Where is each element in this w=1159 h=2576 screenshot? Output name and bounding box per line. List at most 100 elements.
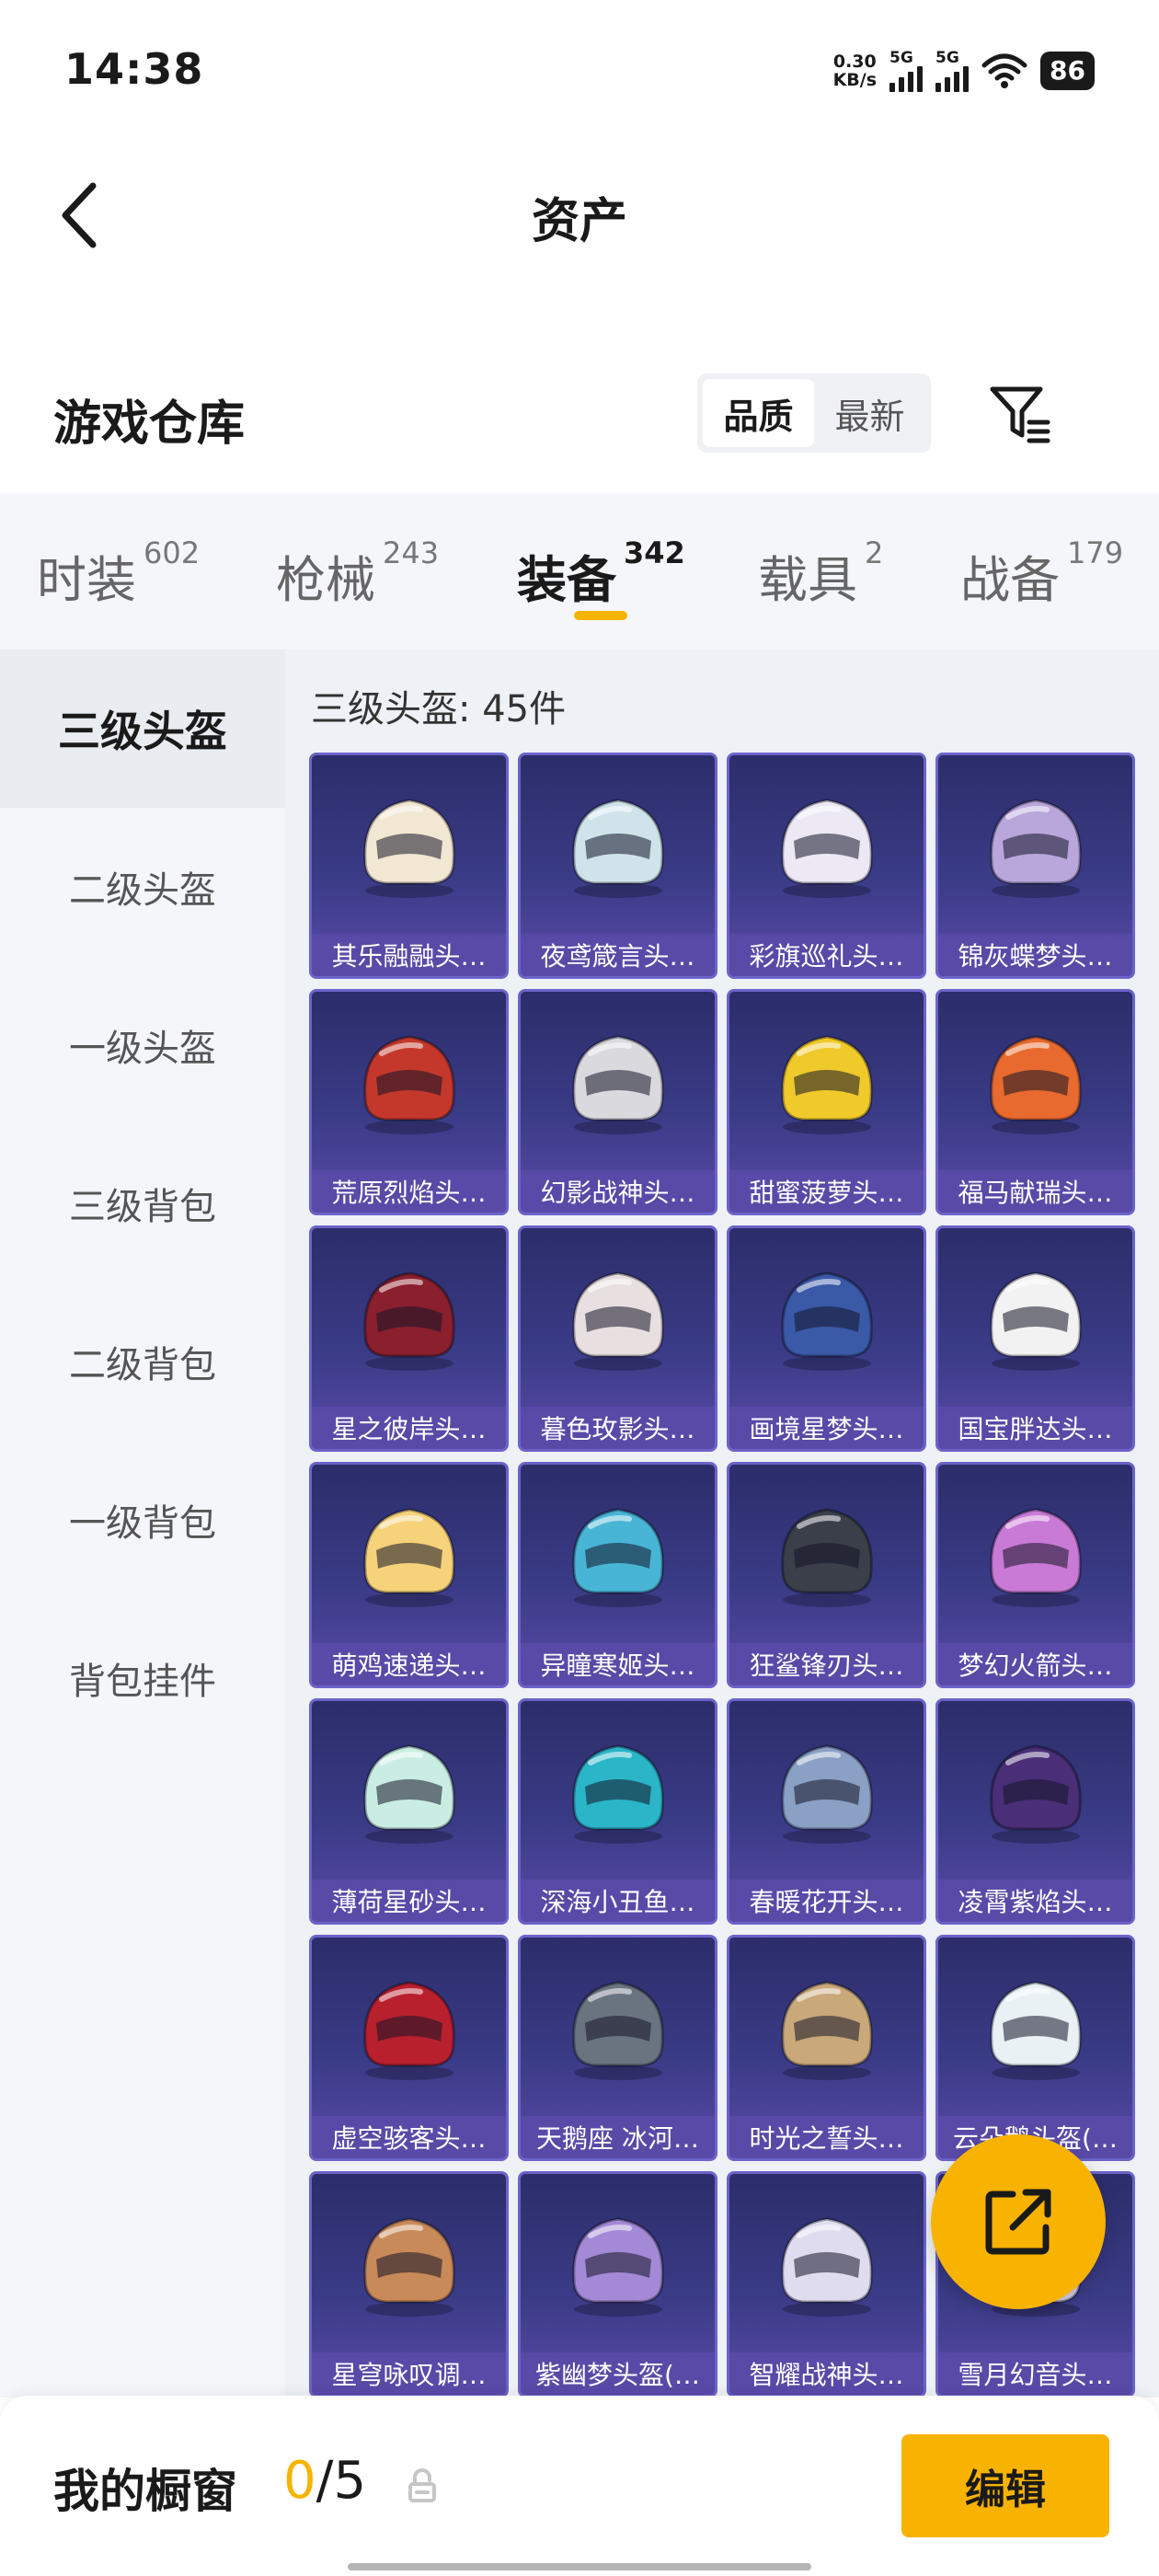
helmet-icon	[938, 992, 1132, 1170]
bottom-bar: 我的橱窗 0/5 编辑	[0, 2396, 1159, 2576]
share-icon	[985, 2189, 1051, 2255]
item-name: 雪月幻音头…	[938, 2352, 1132, 2395]
item-name: 荒原烈焰头…	[312, 1170, 506, 1213]
share-fab-button[interactable]	[931, 2134, 1106, 2309]
item-card[interactable]: 夜鸢箴言头…	[518, 753, 717, 979]
item-card[interactable]: 虚空骇客头…	[309, 1935, 509, 2161]
helmet-icon	[938, 1465, 1132, 1643]
warehouse-title: 游戏仓库	[53, 397, 246, 452]
network-speed-unit: KB/s	[832, 70, 878, 90]
sidebar-item-level3-backpack[interactable]: 三级背包	[0, 1124, 285, 1282]
network-speed-value: 0.30	[832, 52, 877, 72]
tab-label: 时装	[37, 551, 136, 609]
tab-fashion[interactable]: 时装 602	[37, 535, 200, 612]
item-card[interactable]: 彩旗巡礼头…	[727, 753, 926, 979]
item-card[interactable]: 星之彼岸头…	[309, 1225, 509, 1452]
sidebar-item-level3-helmet[interactable]: 三级头盔	[0, 650, 285, 808]
item-card[interactable]: 星穹咏叹调…	[309, 2171, 509, 2398]
helmet-icon	[312, 755, 506, 934]
sidebar-item-backpack-charm[interactable]: 背包挂件	[0, 1599, 285, 1757]
edit-button[interactable]: 编辑	[901, 2434, 1109, 2537]
item-card[interactable]: 紫幽梦头盔(…	[518, 2171, 717, 2398]
helmet-icon	[312, 2174, 506, 2352]
item-card[interactable]: 天鹅座 冰河…	[518, 1935, 717, 2161]
tab-guns[interactable]: 枪械 243	[276, 535, 439, 612]
status-icons: 0.30 KB/s 5G 5G 86	[833, 44, 1095, 98]
item-card[interactable]: 薄荷星砂头…	[309, 1698, 509, 1925]
sidebar: 三级头盔 二级头盔 一级头盔 三级背包 二级背包 一级背包 背包挂件	[0, 650, 285, 2398]
item-card[interactable]: 梦幻火箭头…	[935, 1462, 1135, 1688]
helmet-icon	[521, 755, 715, 934]
item-name: 其乐融融头…	[312, 934, 506, 976]
tab-count: 243	[383, 535, 440, 570]
item-name: 彩旗巡礼头…	[729, 934, 924, 976]
signal-icon: 5G	[935, 48, 970, 92]
item-card[interactable]: 狂鲨锋刃头…	[727, 1462, 926, 1688]
sort-quality-option[interactable]: 品质	[703, 379, 814, 447]
item-card[interactable]: 凌霄紫焰头…	[935, 1698, 1135, 1925]
filter-icon	[990, 386, 1050, 443]
item-name: 锦灰蝶梦头…	[938, 934, 1132, 976]
item-name: 深海小丑鱼…	[521, 1880, 715, 1922]
sidebar-item-level2-backpack[interactable]: 二级背包	[0, 1282, 285, 1441]
item-card[interactable]: 画境星梦头…	[727, 1225, 926, 1452]
wifi-icon	[981, 53, 1027, 88]
tab-count: 342	[624, 535, 685, 570]
tab-supplies[interactable]: 战备 179	[960, 535, 1123, 612]
item-name: 幻影战神头…	[521, 1170, 715, 1213]
item-name: 福马献瑞头…	[938, 1170, 1132, 1213]
status-bar: 14:38 0.30 KB/s 5G 5G 86	[0, 0, 1159, 138]
helmet-icon	[521, 1701, 715, 1880]
item-card[interactable]: 锦灰蝶梦头…	[935, 753, 1135, 979]
showcase-label: 我的橱窗	[53, 2465, 237, 2518]
item-card[interactable]: 荒原烈焰头…	[309, 989, 509, 1215]
item-card[interactable]: 深海小丑鱼…	[518, 1698, 717, 1925]
item-card[interactable]: 萌鸡速递头…	[309, 1462, 509, 1688]
signal-label: 5G	[889, 48, 913, 67]
helmet-icon	[729, 1938, 924, 2116]
sidebar-item-level1-helmet[interactable]: 一级头盔	[0, 966, 285, 1124]
item-name: 春暖花开头…	[729, 1880, 924, 1922]
showcase-total: /5	[316, 2451, 367, 2511]
item-card[interactable]: 春暖花开头…	[727, 1698, 926, 1925]
category-tabs: 时装 602 枪械 243 装备 342 载具 2 战备 179	[0, 493, 1159, 650]
item-card[interactable]: 时光之誓头…	[727, 1935, 926, 2161]
item-name: 凌霄紫焰头…	[938, 1880, 1132, 1922]
helmet-icon	[729, 2174, 924, 2352]
item-name: 萌鸡速递头…	[312, 1643, 506, 1685]
signal-icon: 5G	[889, 48, 924, 92]
item-name: 星之彼岸头…	[312, 1407, 506, 1449]
sort-toggle: 品质 最新	[697, 374, 931, 453]
item-name: 时光之誓头…	[729, 2116, 924, 2158]
tab-label: 装备	[517, 551, 616, 609]
helmet-icon	[312, 1701, 506, 1880]
item-card[interactable]: 云朵鹅头盔(…	[935, 1935, 1135, 2161]
section-title: 三级头盔: 45件	[311, 688, 567, 730]
sidebar-item-level2-helmet[interactable]: 二级头盔	[0, 808, 285, 966]
tab-vehicles[interactable]: 载具 2	[758, 535, 883, 612]
helmet-icon	[521, 1228, 715, 1407]
showcase-current: 0	[283, 2451, 316, 2511]
helmet-icon	[312, 1228, 506, 1407]
item-card[interactable]: 异瞳寒姬头…	[518, 1462, 717, 1688]
helmet-icon	[521, 2174, 715, 2352]
item-card[interactable]: 其乐融融头…	[309, 753, 509, 979]
signal-label: 5G	[935, 48, 959, 67]
tab-label: 战备	[960, 551, 1060, 609]
item-card[interactable]: 智耀战神头…	[727, 2171, 926, 2398]
sidebar-item-level1-backpack[interactable]: 一级背包	[0, 1441, 285, 1599]
item-card[interactable]: 国宝胖达头…	[935, 1225, 1135, 1452]
helmet-icon	[312, 992, 506, 1170]
item-card[interactable]: 甜蜜菠萝头…	[727, 989, 926, 1215]
item-name: 紫幽梦头盔(…	[521, 2352, 715, 2395]
tab-equipment[interactable]: 装备 342	[517, 535, 685, 612]
item-card[interactable]: 福马献瑞头…	[935, 989, 1135, 1215]
item-name: 甜蜜菠萝头…	[729, 1170, 924, 1213]
active-tab-indicator	[574, 611, 627, 620]
helmet-icon	[312, 1465, 506, 1643]
item-name: 薄荷星砂头…	[312, 1880, 506, 1922]
sort-latest-option[interactable]: 最新	[814, 379, 925, 447]
item-card[interactable]: 暮色玫影头…	[518, 1225, 717, 1452]
item-card[interactable]: 幻影战神头…	[518, 989, 717, 1215]
filter-button[interactable]	[984, 379, 1058, 449]
